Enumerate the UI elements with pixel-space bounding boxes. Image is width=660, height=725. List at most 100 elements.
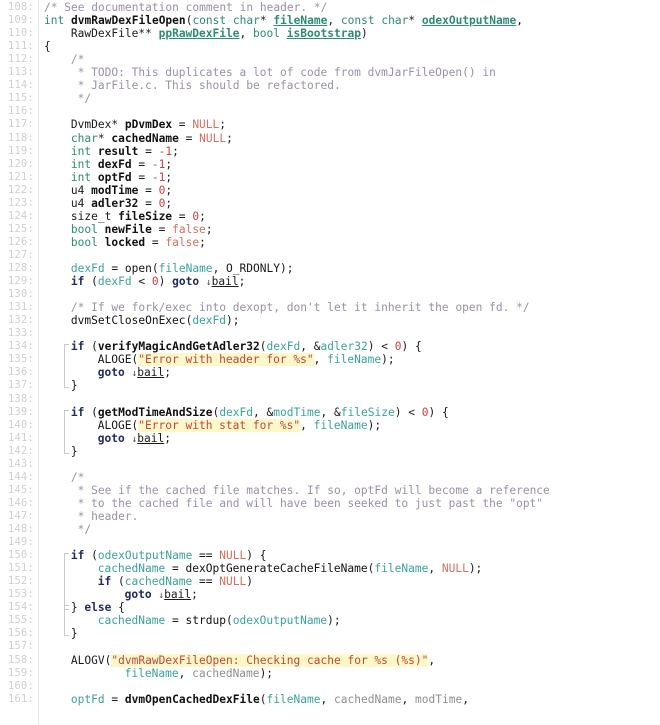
function-name[interactable]: getModTimeAndSize [98, 406, 213, 419]
code-line[interactable]: 114 * JarFile.c. This should be refactor… [0, 79, 660, 92]
code-line[interactable]: 125 bool newFile = false; [0, 223, 660, 236]
code-text[interactable]: goto ↓bail; [98, 366, 171, 380]
code-line[interactable]: 141 goto ↓bail; [0, 432, 660, 445]
code-text[interactable]: u4 adler32 = 0; [71, 197, 172, 210]
code-text[interactable]: */ [71, 92, 92, 105]
code-line[interactable]: 124 size_t fileSize = 0; [0, 210, 660, 223]
function-name[interactable]: modTime [91, 184, 138, 197]
code-line[interactable]: 140 ALOGE("Error with stat for %s", fileN… [0, 418, 660, 432]
code-line[interactable]: 148 */ [0, 523, 660, 536]
code-line[interactable]: 123 u4 adler32 = 0; [0, 197, 660, 210]
function-name[interactable]: dvmRawDexFileOpen [71, 14, 186, 27]
function-name[interactable]: pDvmDex [125, 118, 172, 131]
code-text[interactable]: * See if the cached file matches. If so,… [71, 484, 550, 497]
code-text[interactable]: * TODO: This duplicates a lot of code fr… [71, 66, 496, 79]
code-text[interactable]: goto ↓bail; [125, 588, 198, 602]
parameter-name[interactable]: fileName [273, 14, 327, 27]
code-text[interactable]: goto ↓bail; [98, 432, 171, 446]
callee-name[interactable]: strdup [185, 614, 225, 627]
function-name[interactable]: optFd [98, 171, 132, 184]
function-name[interactable]: dexFd [98, 158, 132, 171]
code-editor-viewport[interactable]: 108 /* See documentation comment in heade… [0, 0, 660, 725]
code-line[interactable]: 108 /* See documentation comment in heade… [0, 1, 660, 14]
function-name[interactable]: dvmOpenCachedDexFile [125, 693, 260, 706]
code-line[interactable]: 126 bool locked = false; [0, 236, 660, 249]
code-line[interactable]: 111 { [0, 40, 660, 53]
code-line[interactable]: 136 goto ↓bail; [0, 366, 660, 379]
code-text[interactable]: int dexFd = -1; [71, 158, 172, 171]
code-text[interactable]: fileName, cachedName); [125, 667, 273, 680]
code-text[interactable]: cachedName = dexOptGenerateCacheFileName… [98, 562, 483, 575]
code-text[interactable]: ALOGV("dvmRawDexFileOpen: Checking cache… [71, 653, 435, 667]
callee-name[interactable]: dexOptGenerateCacheFileName [185, 562, 367, 575]
code-line[interactable]: 121 int optFd = -1; [0, 171, 660, 184]
code-line[interactable]: 158 ALOGV("dvmRawDexFileOpen: Checking ca… [0, 653, 660, 667]
code-text[interactable]: bool locked = false; [71, 236, 206, 249]
function-name[interactable]: cachedName [111, 132, 178, 145]
code-line[interactable]: 160 [0, 680, 660, 693]
code-line[interactable]: 146 * to the cached file and will have b… [0, 497, 660, 510]
code-text[interactable]: } [71, 445, 78, 458]
code-text[interactable]: bool newFile = false; [71, 223, 213, 236]
code-line[interactable]: 143 [0, 458, 660, 471]
goto-label-link[interactable]: bail [137, 366, 164, 379]
code-text[interactable]: /* If we fork/exec into dexopt, don't le… [71, 301, 530, 314]
parameter-name[interactable]: ppRawDexFile [159, 27, 240, 40]
code-line[interactable]: 135 ALOGE("Error with header for %s", fil… [0, 353, 660, 367]
code-line[interactable]: 139if (getModTimeAndSize(dexFd, &modTime… [0, 406, 660, 419]
function-name[interactable]: locked [105, 236, 145, 249]
code-line[interactable]: 128 dexFd = open(fileName, O_RDONLY); [0, 262, 660, 275]
code-line[interactable]: 159 fileName, cachedName); [0, 667, 660, 680]
code-line[interactable]: 119 int result = -1; [0, 145, 660, 158]
code-text[interactable]: dexFd = open(fileName, O_RDONLY); [71, 262, 294, 275]
code-line[interactable]: 154} else { [0, 601, 660, 614]
code-text[interactable]: * header. [71, 510, 139, 523]
code-text[interactable]: int result = -1; [71, 145, 179, 158]
code-text[interactable]: { [44, 40, 51, 53]
code-line[interactable]: 145 * See if the cached file matches. If… [0, 484, 660, 497]
code-line[interactable]: 134if (verifyMagicAndGetAdler32(dexFd, &… [0, 340, 660, 353]
code-text[interactable]: /* [71, 471, 85, 484]
code-text[interactable]: u4 modTime = 0; [71, 184, 172, 197]
code-line[interactable]: 156} [0, 627, 660, 640]
code-text[interactable]: * to the cached file and will have been … [71, 497, 543, 510]
code-line[interactable]: 116 [0, 105, 660, 118]
code-line[interactable]: 151 cachedName = dexOptGenerateCacheFileN… [0, 562, 660, 575]
code-text[interactable]: size_t fileSize = 0; [71, 210, 206, 223]
code-line[interactable]: 150 if (odexOutputName == NULL) { [0, 549, 660, 562]
goto-label-link[interactable]: bail [137, 432, 164, 445]
function-name[interactable]: verifyMagicAndGetAdler32 [98, 340, 260, 353]
code-line[interactable]: 161 optFd = dvmOpenCachedDexFile(fileName… [0, 693, 660, 706]
code-text[interactable]: int optFd = -1; [71, 171, 172, 184]
code-text[interactable]: * JarFile.c. This should be refactored. [71, 79, 341, 92]
function-name[interactable]: fileSize [118, 210, 172, 223]
code-line[interactable]: 142} [0, 445, 660, 458]
code-text[interactable]: /* [71, 53, 85, 66]
code-line[interactable]: 133 [0, 327, 660, 340]
goto-label-link[interactable]: bail [164, 588, 191, 601]
code-line[interactable]: 130 [0, 288, 660, 301]
code-line[interactable]: 155 cachedName = strdup(odexOutputName); [0, 614, 660, 627]
function-name[interactable]: newFile [105, 223, 152, 236]
code-text[interactable]: ALOGE("Error with stat for %s", fileName… [98, 418, 381, 432]
code-text[interactable]: ALOGE("Error with header for %s", fileNa… [98, 353, 395, 367]
code-text[interactable]: /* See documentation comment in header. … [44, 1, 327, 14]
code-line[interactable]: 131 /* If we fork/exec into dexopt, don't… [0, 301, 660, 314]
code-line[interactable]: 117 DvmDex* pDvmDex = NULL; [0, 118, 660, 131]
code-line[interactable]: 118 char* cachedName = NULL; [0, 132, 660, 145]
code-line[interactable]: 132 dvmSetCloseOnExec(dexFd); [0, 314, 660, 327]
function-name[interactable]: result [98, 145, 138, 158]
code-text[interactable]: optFd = dvmOpenCachedDexFile(fileName, c… [71, 693, 469, 706]
code-line[interactable]: 157 [0, 640, 660, 653]
callee-name[interactable]: dvmSetCloseOnExec [71, 314, 186, 327]
function-name[interactable]: adler32 [91, 197, 138, 210]
code-line[interactable]: 110 RawDexFile** ppRawDexFile, bool isBoo… [0, 27, 660, 40]
callee-name[interactable]: open [125, 262, 152, 275]
code-line[interactable]: 122 u4 modTime = 0; [0, 184, 660, 197]
code-text[interactable]: } [71, 627, 78, 640]
code-line[interactable]: 153 goto ↓bail; [0, 588, 660, 601]
code-text[interactable]: char* cachedName = NULL; [71, 132, 233, 145]
parameter-name[interactable]: isBootstrap [287, 27, 361, 40]
code-line[interactable]: 113 * TODO: This duplicates a lot of cod… [0, 66, 660, 79]
parameter-name[interactable]: odexOutputName [422, 14, 516, 27]
